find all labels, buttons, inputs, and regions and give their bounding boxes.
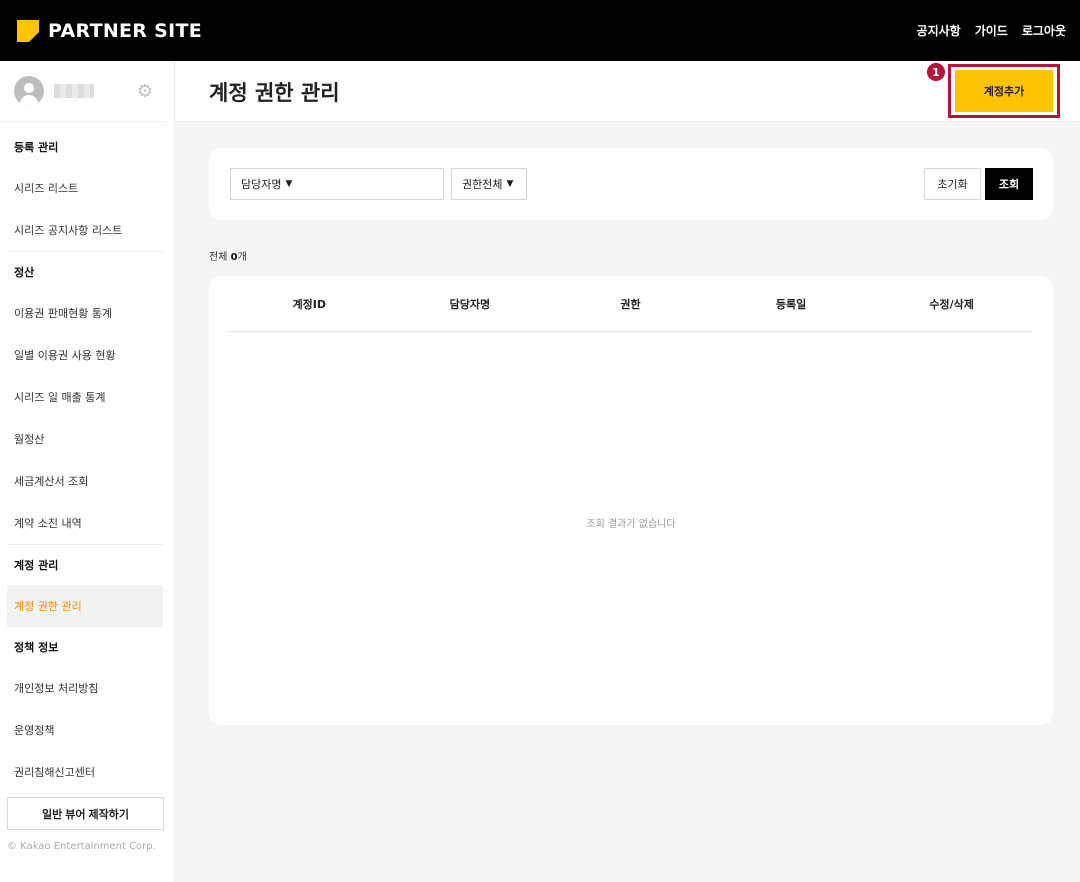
count-value: 0 [230, 252, 238, 263]
sidebar-item-tax-invoice[interactable]: 세금계산서 조회 [0, 460, 163, 502]
top-bar: PARTNER SITE 공지사항 가이드 로그아웃 [0, 0, 1080, 61]
top-nav: 공지사항 가이드 로그아웃 [917, 22, 1066, 39]
count-unit: 개 [237, 252, 247, 263]
section-title-settlement: 정산 [14, 266, 35, 279]
sidebar-item-ticket-sales-stats[interactable]: 이용권 판매현황 통계 [0, 292, 163, 334]
empty-message: 조회 결과가 없습니다 [586, 519, 676, 530]
nav-guide-link[interactable]: 가이드 [975, 22, 1008, 39]
step-badge: 1 [927, 63, 945, 81]
sidebar-item-rights-report[interactable]: 권리침해신고센터 [0, 751, 163, 793]
nav-notice-link[interactable]: 공지사항 [917, 22, 961, 39]
sidebar-item-account-permissions[interactable]: 계정 권한 관리 [7, 585, 163, 627]
page-title: 계정 권한 관리 [209, 81, 340, 105]
sidebar-item-operation-policy[interactable]: 운영정책 [0, 709, 163, 751]
brand[interactable]: PARTNER SITE [17, 19, 203, 42]
general-viewer-button[interactable]: 일반 뷰어 제작하기 [7, 797, 164, 830]
sidebar-item-privacy-policy[interactable]: 개인정보 처리방침 [0, 667, 163, 709]
copyright: © Kakao Entertainment Corp. [7, 841, 156, 852]
main-header: 계정 권한 관리 1 계정추가 [175, 61, 1080, 122]
avatar [14, 76, 44, 106]
section-title-account: 계정 관리 [14, 559, 59, 572]
caret-down-icon: ▼ [285, 179, 293, 189]
reset-button[interactable]: 초기화 [924, 168, 981, 200]
filter-panel: 담당자명 ▼ 권한전체 ▼ 초기화 조회 [209, 148, 1053, 220]
sidebar-item-series-daily-sales[interactable]: 시리즈 일 매출 통계 [0, 376, 163, 418]
column-edit-delete: 수정/삭제 [929, 297, 974, 311]
permission-select-value: 권한전체 [462, 178, 503, 191]
nav-logout-link[interactable]: 로그아웃 [1022, 22, 1066, 39]
column-registered-date: 등록일 [775, 297, 807, 311]
count-label: 전체 [209, 252, 228, 263]
section-title-policy: 정책 정보 [14, 641, 59, 654]
sidebar-item-daily-ticket-usage[interactable]: 일별 이용권 사용 현황 [0, 334, 163, 376]
column-account-id: 계정ID [292, 297, 327, 311]
accounts-table: 계정ID 담당자명 권한 등록일 수정/삭제 조회 결과가 없습니다 [209, 276, 1053, 725]
manager-select[interactable]: 담당자명 ▼ [230, 168, 444, 200]
add-account-button[interactable]: 계정추가 [955, 70, 1053, 112]
search-button[interactable]: 조회 [985, 168, 1033, 200]
manager-select-value: 담당자명 [241, 178, 282, 191]
column-permission: 권한 [620, 297, 641, 311]
gear-icon[interactable]: ⚙ [137, 81, 153, 102]
sidebar-item-series-notice-list[interactable]: 시리즈 공지사항 리스트 [0, 209, 163, 251]
caret-down-icon: ▼ [506, 179, 514, 189]
divider [7, 793, 163, 794]
section-title-registration: 등록 관리 [14, 141, 59, 154]
brand-text: PARTNER SITE [48, 19, 203, 42]
username-blurred [54, 84, 94, 98]
table-header: 계정ID 담당자명 권한 등록일 수정/삭제 [229, 276, 1032, 332]
sidebar-item-monthly-settlement[interactable]: 월정산 [0, 418, 163, 460]
sidebar-item-series-list[interactable]: 시리즈 리스트 [0, 167, 163, 209]
column-manager-name: 담당자명 [449, 297, 491, 311]
profile: ⚙ [0, 61, 167, 122]
result-count: 전체 0개 [209, 248, 247, 263]
permission-select[interactable]: 권한전체 ▼ [451, 168, 527, 200]
sidebar-item-contract-usage[interactable]: 계약 소진 내역 [0, 502, 163, 544]
logo-icon [17, 19, 39, 42]
sidebar: ⚙ 등록 관리 시리즈 리스트 시리즈 공지사항 리스트 정산 이용권 판매현황… [0, 61, 175, 882]
